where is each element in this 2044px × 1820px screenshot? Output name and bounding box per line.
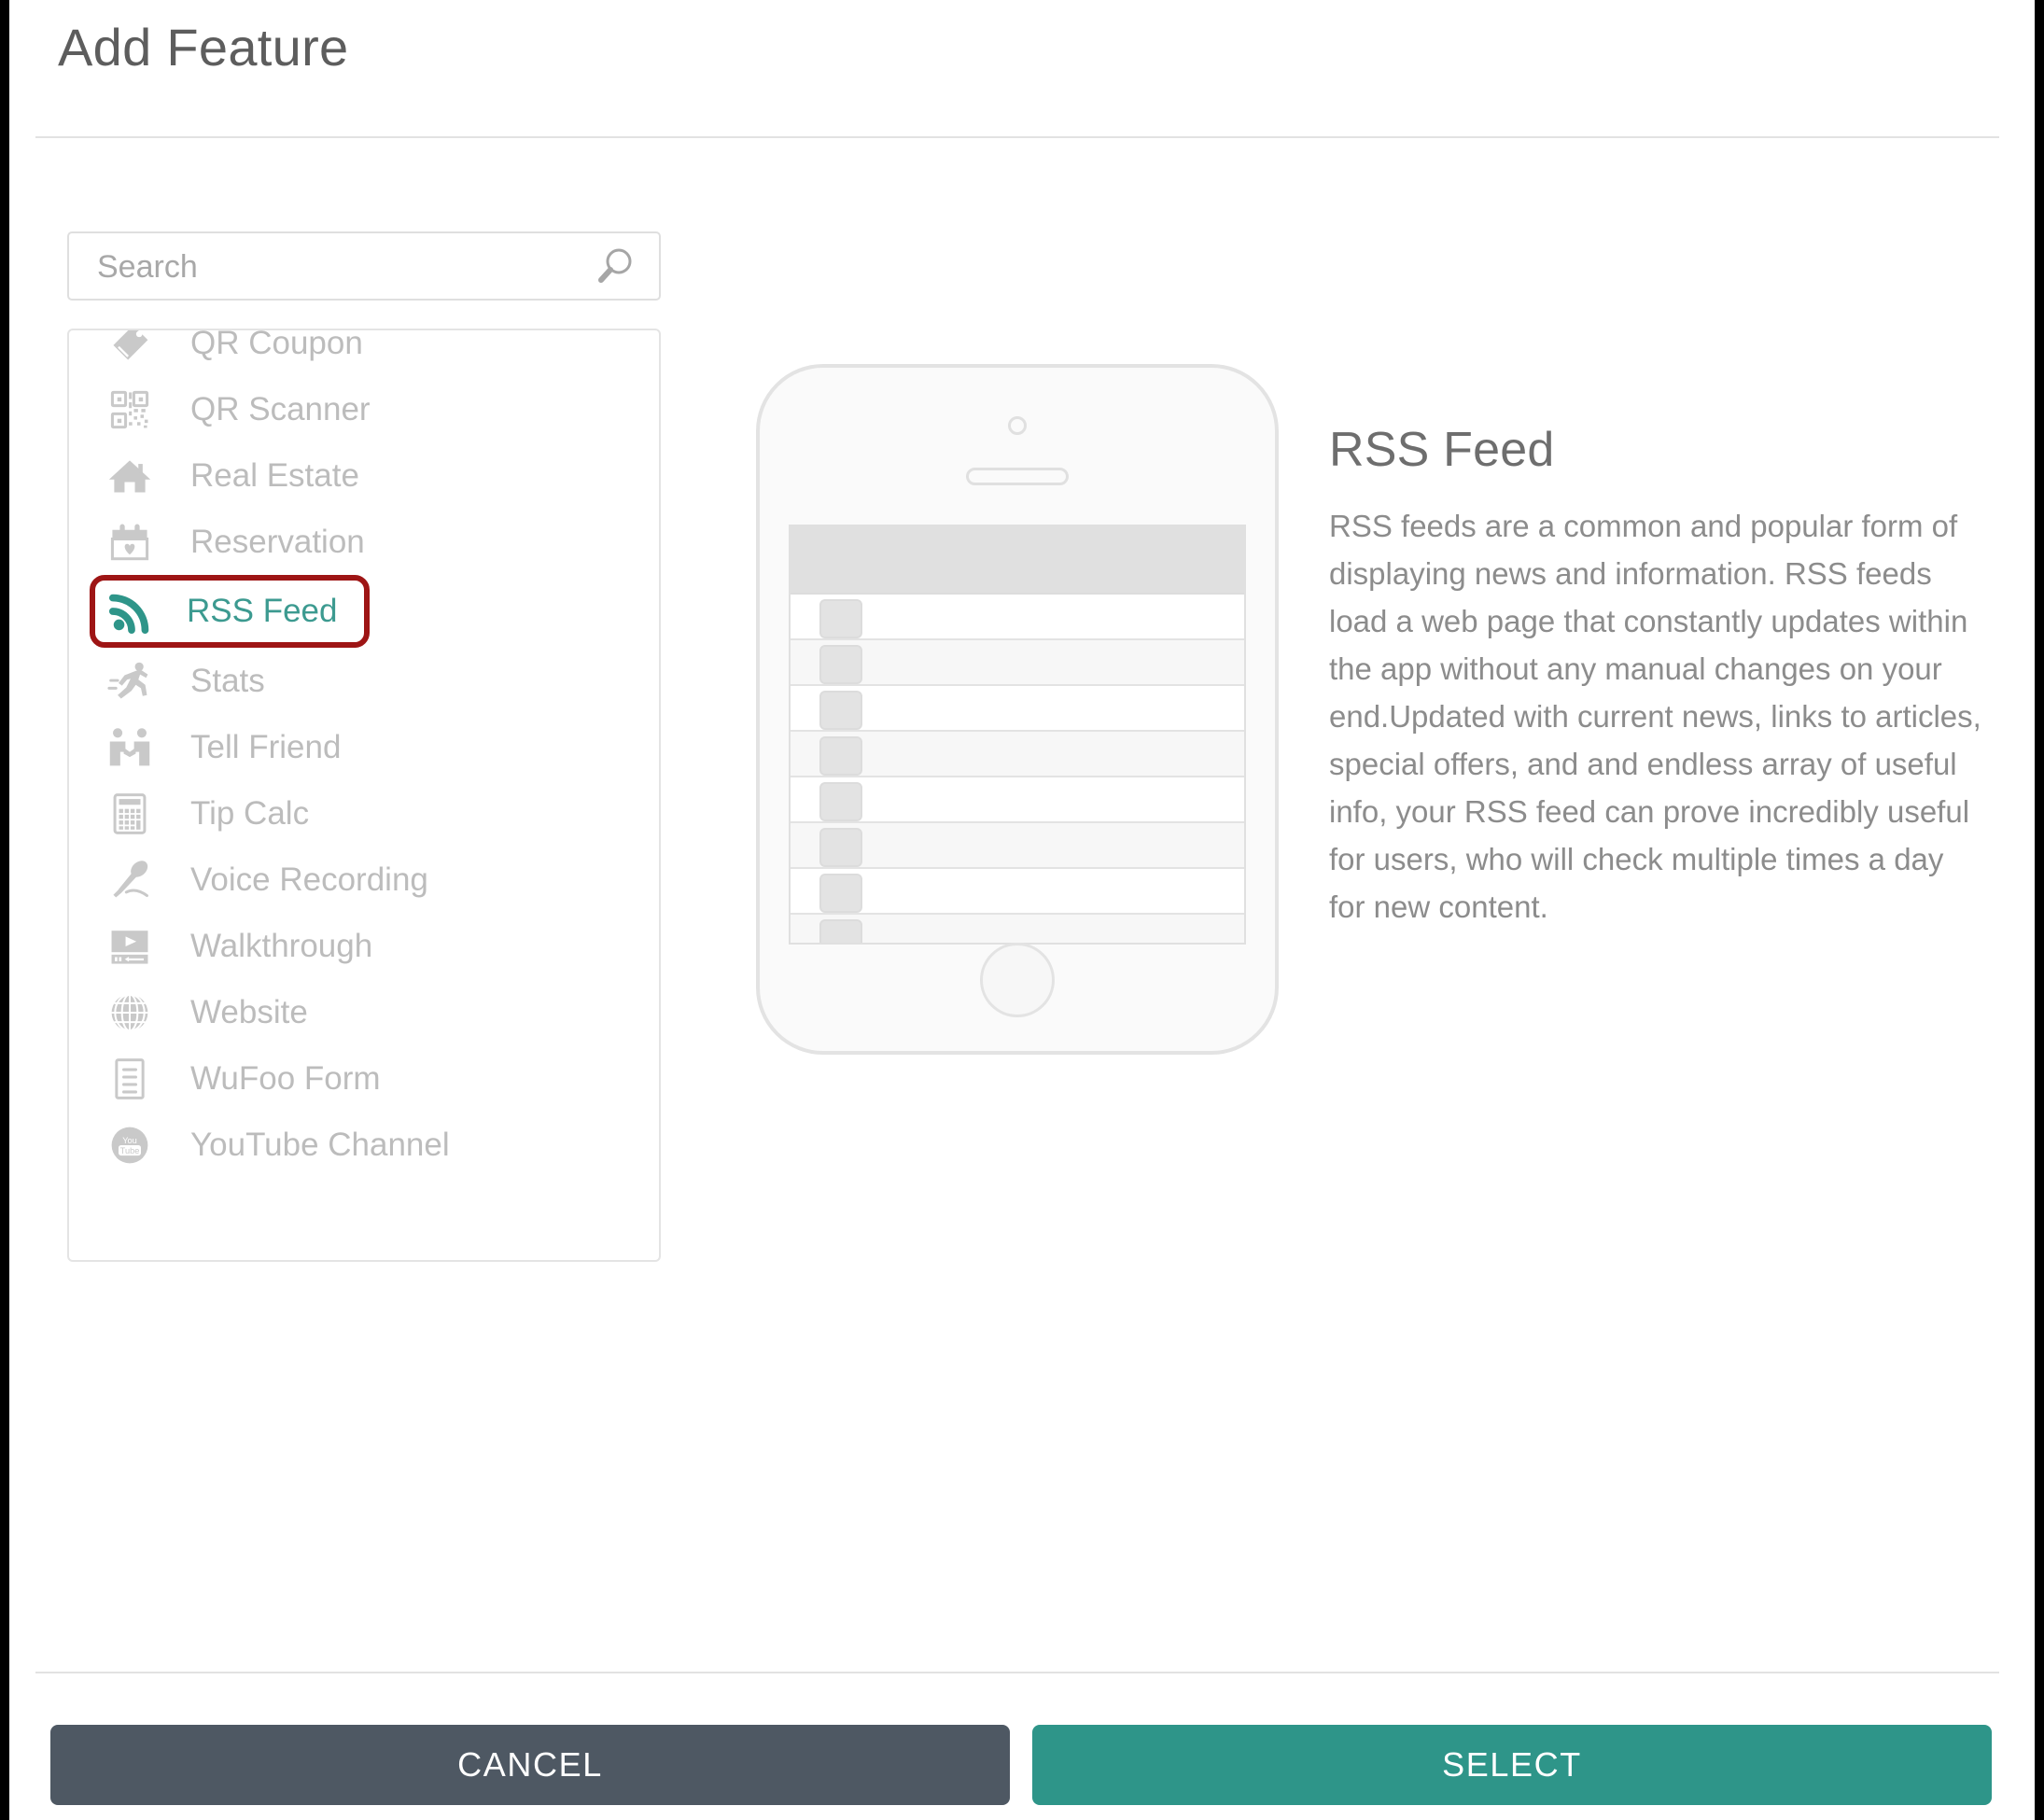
calculator-icon bbox=[103, 789, 157, 839]
preview-row bbox=[791, 640, 1244, 686]
feature-item-stats[interactable]: Stats bbox=[69, 648, 659, 714]
feature-item-voice-recording[interactable]: Voice Recording bbox=[69, 847, 659, 913]
feature-item-youtube-channel[interactable]: You Tube YouTube Channel bbox=[69, 1112, 659, 1178]
preview-thumbnail bbox=[819, 691, 862, 730]
feature-item-tip-calc[interactable]: Tip Calc bbox=[69, 780, 659, 847]
feature-list[interactable]: QR Coupon QR Scanner Real Estate Reserva… bbox=[67, 329, 661, 1262]
preview-thumbnail bbox=[819, 736, 862, 776]
feature-item-label: Voice Recording bbox=[190, 861, 428, 898]
preview-thumbnail bbox=[819, 599, 862, 638]
feature-item-label: WuFoo Form bbox=[190, 1059, 381, 1097]
youtube-icon: You Tube bbox=[103, 1120, 157, 1170]
preview-thumbnail bbox=[819, 782, 862, 821]
detail-title: RSS Feed bbox=[1329, 423, 1555, 477]
tag-icon bbox=[103, 330, 157, 369]
video-player-icon bbox=[103, 921, 157, 972]
rss-icon bbox=[103, 586, 161, 637]
preview-row bbox=[791, 915, 1244, 943]
search-icon[interactable] bbox=[594, 246, 635, 287]
feature-item-label: Website bbox=[190, 993, 308, 1030]
preview-row bbox=[791, 686, 1244, 732]
header-divider bbox=[35, 136, 1999, 138]
dialog-header: Add Feature bbox=[9, 0, 2035, 138]
feature-item-wufoo-form[interactable]: WuFoo Form bbox=[69, 1045, 659, 1112]
runner-icon bbox=[103, 656, 157, 707]
add-feature-dialog: Add Feature Search QR Coupon QR Scanner … bbox=[0, 0, 2044, 1820]
feature-item-tell-friend[interactable]: Tell Friend bbox=[69, 714, 659, 780]
feature-item-label: QR Scanner bbox=[190, 390, 371, 427]
page-title: Add Feature bbox=[58, 18, 349, 77]
feature-item-website[interactable]: Website bbox=[69, 979, 659, 1045]
preview-row bbox=[791, 777, 1244, 823]
preview-thumbnail bbox=[819, 645, 862, 684]
globe-icon bbox=[103, 987, 157, 1038]
search-box[interactable] bbox=[67, 231, 661, 301]
feature-item-reservation[interactable]: Reservation bbox=[69, 509, 659, 575]
feature-item-label: QR Coupon bbox=[190, 329, 363, 361]
preview-thumbnail bbox=[819, 828, 862, 867]
feature-item-walkthrough[interactable]: Walkthrough bbox=[69, 913, 659, 979]
dialog-footer: CANCEL SELECT bbox=[50, 1725, 1992, 1805]
feature-item-label: Walkthrough bbox=[190, 927, 373, 964]
feature-item-label: YouTube Channel bbox=[190, 1126, 450, 1163]
svg-text:You: You bbox=[122, 1136, 137, 1145]
feature-item-label: Real Estate bbox=[190, 456, 359, 494]
phone-screen bbox=[789, 525, 1246, 945]
calendar-heart-icon bbox=[103, 517, 157, 567]
detail-description: RSS feeds are a common and popular form … bbox=[1329, 509, 1981, 924]
preview-thumbnail bbox=[819, 874, 862, 913]
preview-row bbox=[791, 869, 1244, 915]
footer-divider bbox=[35, 1672, 1999, 1673]
feature-item-rss-feed[interactable]: RSS Feed bbox=[90, 575, 370, 648]
svg-text:Tube: Tube bbox=[120, 1146, 140, 1155]
home-button-icon bbox=[980, 943, 1055, 1017]
preview-row bbox=[791, 732, 1244, 777]
search-input[interactable] bbox=[95, 233, 584, 301]
feature-item-label: Tip Calc bbox=[190, 794, 310, 832]
feature-list-scroll: QR Coupon QR Scanner Real Estate Reserva… bbox=[69, 329, 659, 1178]
select-button[interactable]: SELECT bbox=[1032, 1725, 1992, 1805]
phone-preview-mockup bbox=[756, 364, 1279, 1055]
microphone-icon bbox=[103, 855, 157, 905]
two-people-icon bbox=[103, 722, 157, 773]
speaker-grill bbox=[966, 468, 1069, 485]
preview-navbar bbox=[791, 526, 1244, 595]
preview-row bbox=[791, 595, 1244, 640]
preview-thumbnail bbox=[819, 919, 862, 943]
feature-detail-panel: RSS Feed RSS feeds are a common and popu… bbox=[1329, 422, 1988, 931]
feature-item-label: RSS Feed bbox=[187, 593, 338, 629]
qr-code-icon bbox=[103, 385, 157, 435]
feature-item-real-estate[interactable]: Real Estate bbox=[69, 442, 659, 509]
feature-item-label: Stats bbox=[190, 662, 265, 699]
feature-item-qr-coupon[interactable]: QR Coupon bbox=[69, 329, 659, 376]
feature-item-label: Tell Friend bbox=[190, 728, 342, 765]
preview-row bbox=[791, 823, 1244, 869]
camera-icon bbox=[1008, 416, 1027, 435]
feature-picker-column: QR Coupon bbox=[67, 231, 661, 1262]
feature-item-qr-scanner[interactable]: QR Scanner bbox=[69, 376, 659, 442]
home-icon bbox=[103, 451, 157, 501]
document-lines-icon bbox=[103, 1054, 157, 1104]
feature-item-label: Reservation bbox=[190, 523, 365, 560]
cancel-button[interactable]: CANCEL bbox=[50, 1725, 1010, 1805]
